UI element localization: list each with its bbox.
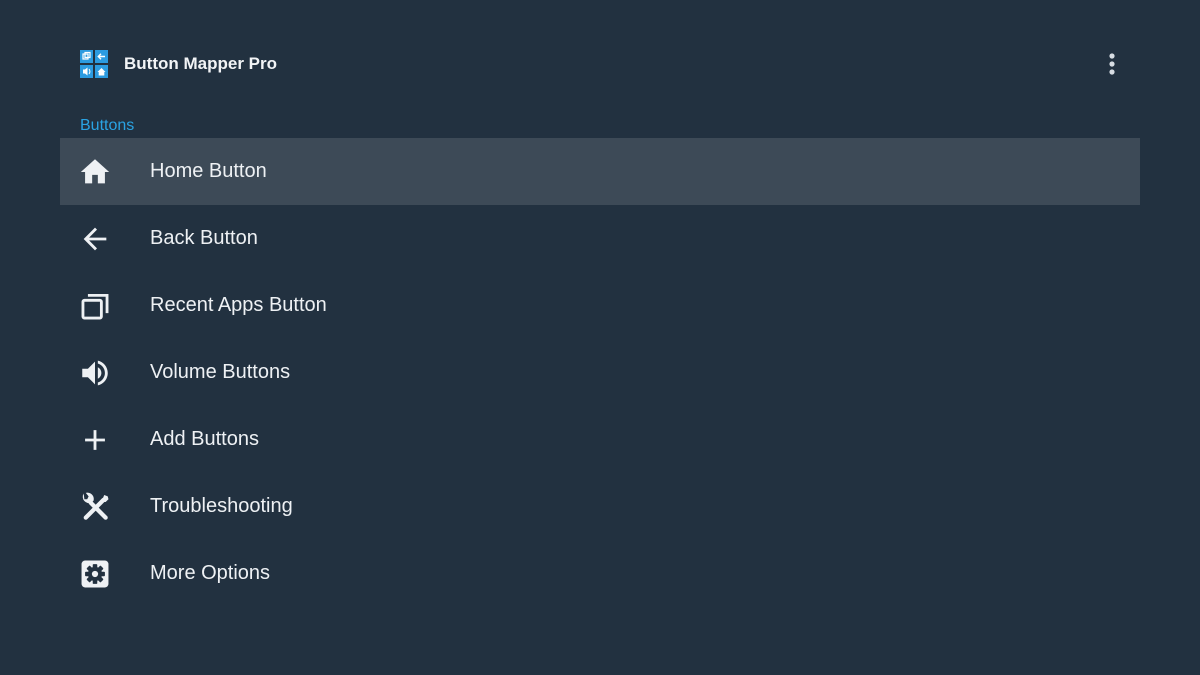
menu-item-label: Home Button (150, 160, 267, 182)
menu-item-label: Back Button (150, 227, 258, 249)
overflow-menu-button[interactable] (1098, 48, 1126, 80)
section-header-buttons: Buttons (80, 117, 135, 134)
volume-icon (82, 360, 108, 386)
menu-item-home-button[interactable]: Home Button (60, 138, 1140, 205)
menu-item-label: More Options (150, 562, 271, 584)
menu-item-label: Troubleshooting (150, 495, 293, 517)
app-bar: Button Mapper Pro (0, 0, 1200, 128)
settings-gear-icon (81, 560, 109, 588)
plus-icon (85, 430, 105, 450)
tools-icon (82, 492, 109, 520)
menu-item-add-buttons[interactable]: Add Buttons (60, 406, 1140, 473)
menu-item-back-button[interactable]: Back Button (60, 205, 1140, 272)
app-title: Button Mapper Pro (124, 54, 277, 73)
back-arrow-icon (83, 227, 107, 251)
menu-item-label: Recent Apps Button (150, 294, 327, 316)
menu-item-recent-apps-button[interactable]: Recent Apps Button (60, 272, 1140, 339)
menu-item-label: Add Buttons (150, 428, 259, 450)
menu-item-more-options[interactable]: More Options (60, 540, 1140, 607)
menu-item-label: Volume Buttons (150, 361, 291, 383)
menu-item-troubleshooting[interactable]: Troubleshooting (60, 473, 1140, 540)
app-logo-icon (80, 50, 108, 78)
home-icon (80, 159, 110, 184)
menu-item-volume-buttons[interactable]: Volume Buttons (60, 339, 1140, 406)
more-vert-icon (1109, 53, 1115, 75)
menu-list: Home Button Back Button Recent Apps Butt… (60, 138, 1140, 607)
recent-apps-icon (81, 293, 109, 320)
